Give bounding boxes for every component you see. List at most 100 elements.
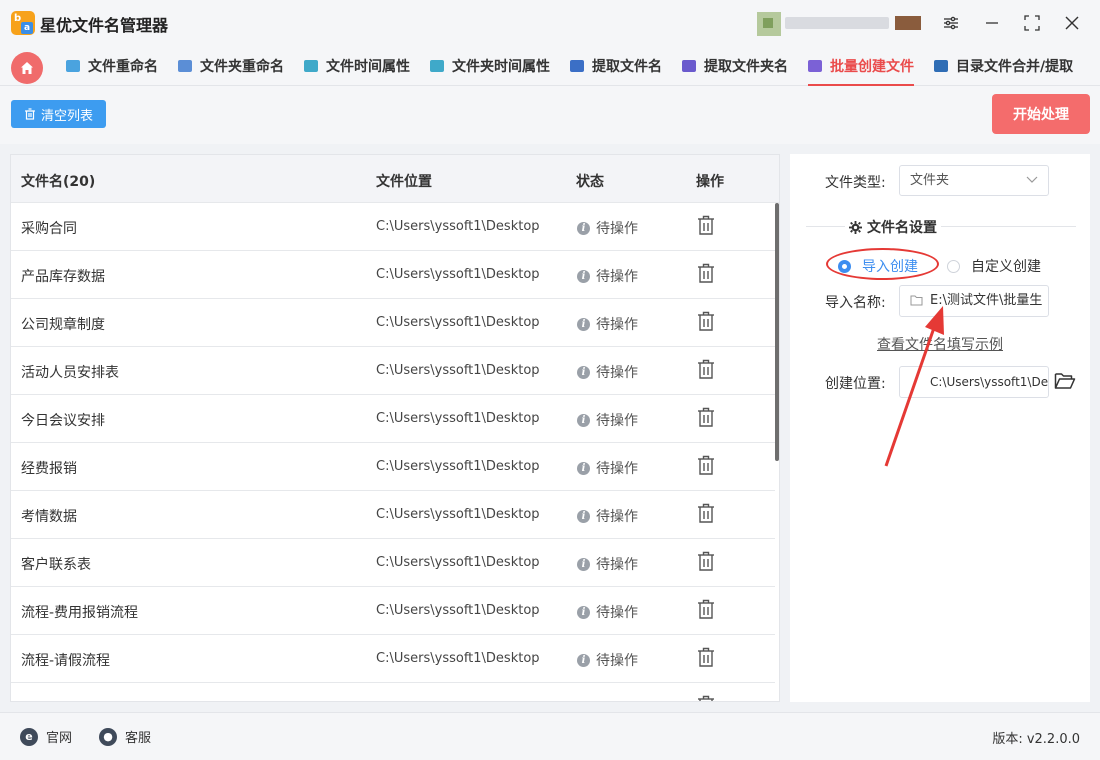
extract-folder-icon [682,60,696,72]
footer: e 官网 ● 客服 版本: v2.2.0.0 [0,712,1100,760]
table-row[interactable] [11,683,775,701]
table-scrollbar[interactable] [775,203,779,461]
chat-bubble-icon: ● [99,727,117,746]
file-location-cell: C:\Users\yssoft1\Desktop [376,651,540,666]
status-cell: i 待操作 [577,506,638,526]
delete-icon[interactable] [697,407,715,431]
file-location-cell: C:\Users\yssoft1\Desktop [376,315,540,330]
delete-icon[interactable] [697,647,715,671]
delete-icon[interactable] [697,359,715,383]
delete-icon[interactable] [697,695,715,701]
clear-list-button[interactable]: 清空列表 [11,100,106,128]
ie-icon: e [20,727,38,746]
batch-create-icon [808,60,822,72]
minimize-icon[interactable] [978,10,1006,36]
example-link[interactable]: 查看文件名填写示例 [877,334,1003,354]
import-name-label: 导入名称: [825,295,886,311]
tab-extract-folder[interactable]: 提取文件夹名 [682,46,788,86]
chevron-down-icon [1026,176,1038,183]
info-icon: i [577,605,590,619]
file-type-select[interactable]: 文件夹 [899,165,1049,196]
column-header-name[interactable]: 文件名(20) [21,171,95,191]
tab-extract-file[interactable]: 提取文件名 [570,46,662,86]
table-header: 文件名(20) 文件位置 状态 操作 [11,155,779,203]
status-cell: i 待操作 [577,362,638,382]
user-avatar[interactable] [757,12,781,36]
status-cell: i 待操作 [577,650,638,670]
file-name-cell: 公司规章制度 [21,317,105,333]
file-location-cell: C:\Users\yssoft1\Desktop [376,507,540,522]
table-row[interactable]: 活动人员安排表 C:\Users\yssoft1\Desktop i 待操作 [11,347,775,395]
table-row[interactable]: 公司规章制度 C:\Users\yssoft1\Desktop i 待操作 [11,299,775,347]
column-header-location[interactable]: 文件位置 [376,171,432,191]
delete-icon[interactable] [697,503,715,527]
delete-icon[interactable] [697,599,715,623]
table-row[interactable]: 采购合同 C:\Users\yssoft1\Desktop i 待操作 [11,203,775,251]
table-body: 采购合同 C:\Users\yssoft1\Desktop i 待操作 产品库存数据 C:… [11,203,775,701]
radio-custom-create[interactable]: 自定义创建 [947,256,1041,276]
tab-folder-time[interactable]: 文件夹时间属性 [430,46,550,86]
tab-batch-create[interactable]: 批量创建文件 [808,46,914,86]
file-name-cell: 考情数据 [21,509,77,525]
file-location-cell: C:\Users\yssoft1\Desktop [376,219,540,234]
customer-service-link[interactable]: ● 客服 [99,727,151,746]
annotation-ellipse [826,248,939,280]
delete-icon[interactable] [697,215,715,239]
info-icon: i [577,461,590,475]
home-button[interactable] [11,52,43,84]
file-name-cell: 今日会议安排 [21,413,105,429]
username-blurred [785,17,889,29]
tab-file-time[interactable]: 文件时间属性 [304,46,410,86]
tab-directory-merge[interactable]: 目录文件合并/提取 [934,46,1073,86]
table-row[interactable]: 产品库存数据 C:\Users\yssoft1\Desktop i 待操作 [11,251,775,299]
app-logo-icon: b a [11,11,35,35]
file-time-icon [304,60,318,72]
status-cell: i 待操作 [577,554,638,574]
table-row[interactable]: 客户联系表 C:\Users\yssoft1\Desktop i 待操作 [11,539,775,587]
tab-file-rename[interactable]: 文件重命名 [66,46,158,86]
nav-tabs: 文件重命名 文件夹重命名 文件时间属性 文件夹时间属性 提取文件名 提取文件夹名… [0,46,1100,86]
maximize-icon[interactable] [1018,10,1046,36]
folder-time-icon [430,60,444,72]
delete-icon[interactable] [697,551,715,575]
file-name-cell: 流程-请假流程 [21,653,111,669]
file-name-cell: 流程-费用报销流程 [21,605,139,621]
folder-icon [910,295,923,306]
table-row[interactable]: 考情数据 C:\Users\yssoft1\Desktop i 待操作 [11,491,775,539]
user-badge-icon [895,16,921,30]
radio-unchecked-icon [947,259,960,273]
table-row[interactable]: 流程-请假流程 C:\Users\yssoft1\Desktop i 待操作 [11,635,775,683]
filename-settings-title: 文件名设置 [845,217,941,237]
create-location-label: 创建位置: [825,376,886,392]
table-row[interactable]: 流程-费用报销流程 C:\Users\yssoft1\Desktop i 待操作 [11,587,775,635]
delete-icon[interactable] [697,455,715,479]
home-icon [21,62,33,74]
column-header-action[interactable]: 操作 [696,171,724,191]
close-icon[interactable] [1058,10,1086,36]
browse-folder-icon[interactable] [1054,372,1076,394]
app-title: 星优文件名管理器 [40,16,169,35]
file-name-cell: 客户联系表 [21,557,91,573]
status-cell: i 待操作 [577,458,638,478]
info-icon: i [577,269,590,283]
file-name-cell: 活动人员安排表 [21,365,119,381]
start-process-button[interactable]: 开始处理 [992,94,1090,134]
status-cell: i 待操作 [577,602,638,622]
create-location-field[interactable]: C:\Users\yssoft1\De [899,366,1049,398]
status-cell: i 待操作 [577,410,638,430]
file-location-cell: C:\Users\yssoft1\Desktop [376,459,540,474]
status-cell: i 待操作 [577,314,638,334]
delete-icon[interactable] [697,311,715,335]
info-icon: i [577,365,590,379]
import-name-field[interactable]: E:\测试文件\批量生 [899,285,1049,317]
column-header-status[interactable]: 状态 [576,171,604,191]
table-row[interactable]: 经费报销 C:\Users\yssoft1\Desktop i 待操作 [11,443,775,491]
file-location-cell: C:\Users\yssoft1\Desktop [376,555,540,570]
website-link[interactable]: e 官网 [20,727,72,746]
settings-sliders-icon[interactable] [937,10,965,36]
tab-folder-rename[interactable]: 文件夹重命名 [178,46,284,86]
file-name-cell: 产品库存数据 [21,269,105,285]
delete-icon[interactable] [697,263,715,287]
settings-panel: 文件类型: 文件夹 文件名设置 导入创建 自定义创建 导入名称: E:\测试文件… [790,154,1090,702]
table-row[interactable]: 今日会议安排 C:\Users\yssoft1\Desktop i 待操作 [11,395,775,443]
